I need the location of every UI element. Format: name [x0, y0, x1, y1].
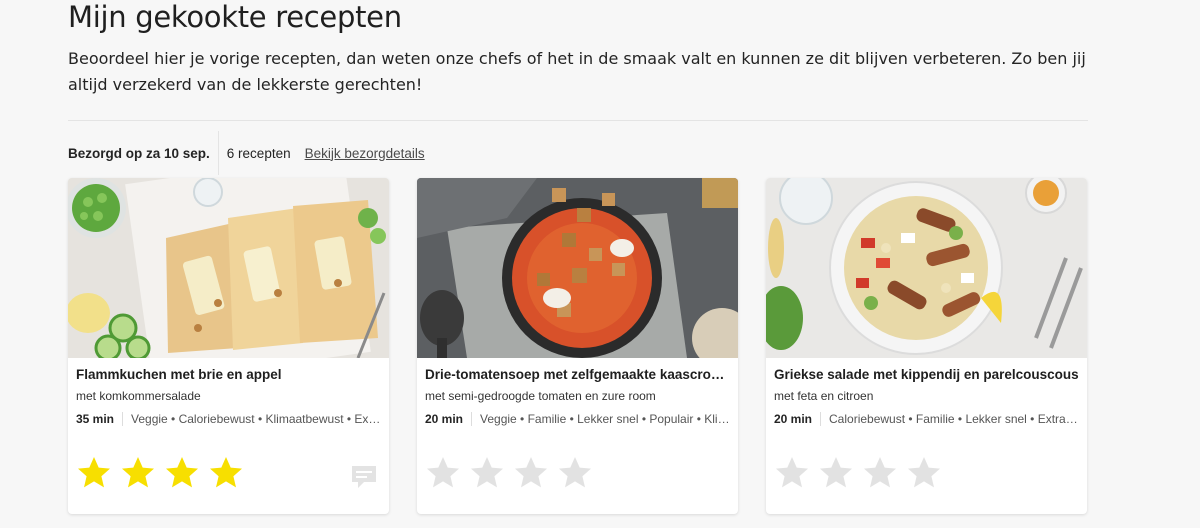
recipe-card[interactable]: Drie-tomatensoep met zelfgemaakte kaascr…: [417, 178, 738, 514]
star-icon[interactable]: [76, 455, 112, 491]
recipe-card[interactable]: Griekse salade met kippendij en parelcou…: [766, 178, 1087, 514]
delivery-date: Bezorgd op za 10 sep.: [68, 145, 210, 161]
cooking-time: 35 min: [76, 412, 115, 426]
recipe-meta: 20 min Caloriebewust • Familie • Lekker …: [774, 412, 1079, 426]
recipe-image-griekse-salade[interactable]: [766, 178, 1087, 358]
recipe-meta: 20 min Veggie • Familie • Lekker snel • …: [425, 412, 730, 426]
star-rating: [774, 455, 942, 491]
star-icon[interactable]: [557, 455, 593, 491]
recipe-title[interactable]: Flammkuchen met brie en appel: [76, 367, 381, 382]
star-icon[interactable]: [906, 455, 942, 491]
recipe-meta: 35 min Veggie • Caloriebewust • Klimaatb…: [76, 412, 381, 426]
divider: [471, 412, 473, 426]
cooking-time: 20 min: [774, 412, 813, 426]
recipe-subtitle: met semi-gedroogde tomaten en zure room: [425, 389, 656, 403]
star-rating: [76, 455, 244, 491]
recipe-image-flammkuchen[interactable]: [68, 178, 389, 358]
divider: [68, 120, 1088, 121]
recipe-title[interactable]: Griekse salade met kippendij en parelcou…: [774, 367, 1079, 382]
recipe-subtitle: met feta en citroen: [774, 389, 874, 403]
recipe-tags: Veggie • Caloriebewust • Klimaatbewust •…: [131, 412, 381, 426]
star-icon[interactable]: [425, 455, 461, 491]
recipe-count: 6 recepten: [226, 145, 291, 161]
star-icon[interactable]: [164, 455, 200, 491]
recipe-tags: Veggie • Familie • Lekker snel • Populai…: [480, 412, 730, 426]
page-title: Mijn gekookte recepten: [68, 0, 402, 34]
recipe-title[interactable]: Drie-tomatensoep met zelfgemaakte kaascr…: [425, 367, 730, 382]
cooking-time: 20 min: [425, 412, 464, 426]
divider: [122, 412, 124, 426]
star-icon[interactable]: [513, 455, 549, 491]
delivery-info-bar: Bezorgd op za 10 sep. 6 recepten Bekijk …: [68, 128, 425, 178]
recipe-subtitle: met komkommersalade: [76, 389, 201, 403]
recipe-tags: Caloriebewust • Familie • Lekker snel • …: [829, 412, 1079, 426]
star-icon[interactable]: [208, 455, 244, 491]
star-rating: [425, 455, 593, 491]
star-icon[interactable]: [774, 455, 810, 491]
star-icon[interactable]: [862, 455, 898, 491]
recipe-card[interactable]: Flammkuchen met brie en appel met komkom…: [68, 178, 389, 514]
divider: [217, 131, 219, 175]
star-icon[interactable]: [120, 455, 156, 491]
star-icon[interactable]: [469, 455, 505, 491]
divider: [820, 412, 822, 426]
recipe-image-tomatensoep[interactable]: [417, 178, 738, 358]
intro-text: Beoordeel hier je vorige recepten, dan w…: [68, 49, 1086, 94]
comment-icon[interactable]: [350, 464, 378, 490]
star-icon[interactable]: [818, 455, 854, 491]
delivery-details-link[interactable]: Bekijk bezorgdetails: [305, 146, 425, 161]
